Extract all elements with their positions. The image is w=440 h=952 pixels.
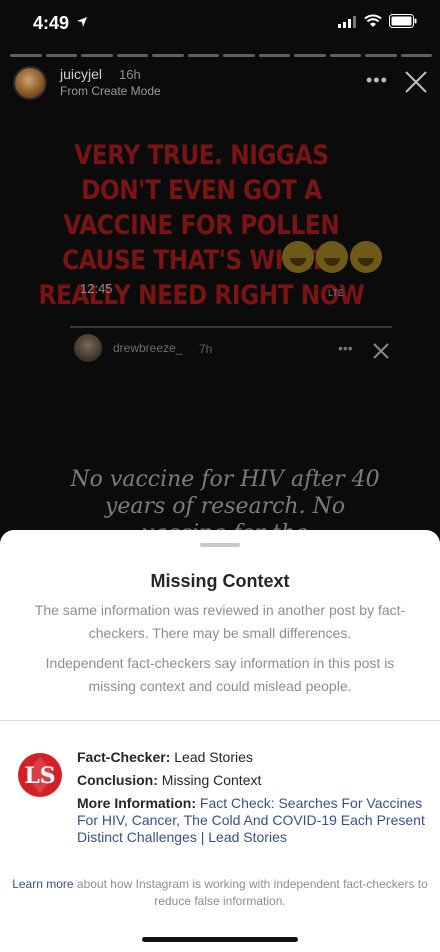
avatar[interactable] <box>13 66 47 100</box>
fact-check-details: Fact-Checker: Lead Stories Conclusion: M… <box>77 749 429 852</box>
story-progress-bar <box>10 54 432 57</box>
sheet-fact-check-note: Independent fact-checkers say informatio… <box>45 655 395 694</box>
close-icon[interactable] <box>404 70 428 94</box>
fact-checker-label: Fact-Checker: <box>77 749 171 765</box>
sheet-title: Missing Context <box>150 571 290 591</box>
story-username[interactable]: juicyjel <box>60 66 102 82</box>
status-time: 4:49 <box>33 13 70 33</box>
laughing-emoji-group <box>282 241 382 273</box>
fact-checker-value: Lead Stories <box>174 749 253 765</box>
inner-username: drewbreeze_ <box>113 341 183 355</box>
divider <box>0 720 440 721</box>
rofl-emoji-icon <box>316 241 348 273</box>
fact-checker-row: Fact-Checker: Lead Stories <box>77 749 429 766</box>
sheet-description: The same information was reviewed in ano… <box>34 602 406 641</box>
inner-screenshot-time: 12:45 <box>80 281 113 296</box>
more-options-button[interactable]: ••• <box>366 70 388 91</box>
story-time-ago: 16h <box>119 67 141 82</box>
learn-more-text: about how Instagram is working with inde… <box>76 877 428 908</box>
inner-time-ago: 7h <box>199 342 213 356</box>
inner-avatar <box>74 334 102 362</box>
rofl-emoji-icon <box>350 241 382 273</box>
more-information-row: More Information: Fact Check: Searches F… <box>77 795 429 846</box>
conclusion-value: Missing Context <box>161 772 262 788</box>
sheet-drag-handle[interactable] <box>200 543 240 547</box>
fact-check-sheet: Missing Context The same information was… <box>0 530 440 952</box>
conclusion-label: Conclusion: <box>77 772 158 788</box>
home-indicator[interactable] <box>142 937 298 942</box>
cellular-signal-icon <box>338 16 356 28</box>
inner-close-icon <box>373 343 389 359</box>
inner-progress-bar <box>70 326 392 328</box>
lead-stories-logo: LS <box>18 753 62 797</box>
svg-text:LS: LS <box>24 763 55 789</box>
more-information-label: More Information: <box>77 795 196 811</box>
wifi-icon <box>364 14 382 27</box>
battery-icon <box>389 14 417 28</box>
learn-more-footer: Learn more about how Instagram is workin… <box>12 876 428 910</box>
learn-more-link[interactable]: Learn more <box>12 877 73 891</box>
conclusion-row: Conclusion: Missing Context <box>77 772 429 789</box>
inner-more-icon: ••• <box>338 340 353 356</box>
story-mode: From Create Mode <box>60 84 161 98</box>
inner-screenshot-network: LTE <box>328 288 344 298</box>
location-arrow-icon <box>77 17 87 27</box>
status-bar: 4:49 <box>0 0 440 48</box>
rofl-emoji-icon <box>282 241 314 273</box>
